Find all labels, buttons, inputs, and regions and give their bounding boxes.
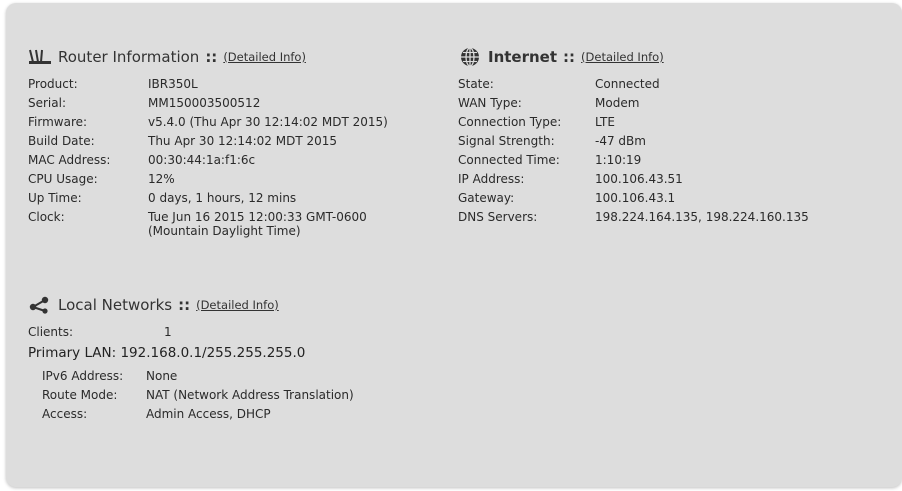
row-value: 1:10:19 [595,153,642,167]
local-row-clients: Clients: 1 [28,323,528,342]
row-value: IBR350L [148,77,198,91]
internet-separator: :: [563,48,576,66]
internet-row-dns-servers: DNS Servers: 198.224.164.135, 198.224.16… [458,208,888,227]
row-value: 100.106.43.1 [595,191,676,205]
primary-lan-details: IPv6 Address: None Route Mode: NAT (Netw… [28,364,528,424]
lan-row-ipv6-address: IPv6 Address: None [42,367,528,386]
row-value: 198.224.164.135, 198.224.160.135 [595,210,809,224]
router-detailed-info-link[interactable]: (Detailed Info) [223,50,306,64]
row-value: -47 dBm [595,134,646,148]
router-row-firmware: Firmware: v5.4.0 (Thu Apr 30 12:14:02 MD… [28,113,448,132]
internet-row-signal-strength: Signal Strength: -47 dBm [458,132,888,151]
internet-title: Internet [488,48,558,66]
router-row-clock: Clock: Tue Jun 16 2015 12:00:33 GMT-0600… [28,208,448,246]
row-label: Clock: [28,210,65,224]
internet-row-connected-time: Connected Time: 1:10:19 [458,151,888,170]
lan-row-access: Access: Admin Access, DHCP [42,405,528,424]
internet-section: Internet :: (Detailed Info) State: Conne… [458,45,888,227]
row-label: MAC Address: [28,153,111,167]
share-network-icon [28,295,52,315]
local-networks-header: Local Networks :: (Detailed Info) [28,293,528,317]
row-value: 12% [148,172,175,186]
row-label: Build Date: [28,134,95,148]
row-label: Firmware: [28,115,88,129]
row-label: Connected Time: [458,153,560,167]
row-value: 100.106.43.51 [595,172,683,186]
internet-row-gateway: Gateway: 100.106.43.1 [458,189,888,208]
globe-icon [458,47,482,67]
row-value: 0 days, 1 hours, 12 mins [148,191,297,205]
row-value: NAT (Network Address Translation) [146,388,354,402]
router-info-list: Product: IBR350L Serial: MM150003500512 … [28,75,448,246]
local-networks-separator: :: [178,296,191,314]
internet-row-wan-type: WAN Type: Modem [458,94,888,113]
row-label: Route Mode: [42,388,118,402]
row-label: Product: [28,77,78,91]
row-label: Connection Type: [458,115,562,129]
local-detailed-info-link[interactable]: (Detailed Info) [196,298,279,312]
row-value: None [146,369,178,383]
row-label: Serial: [28,96,66,110]
primary-lan-heading: Primary LAN: 192.168.0.1/255.255.255.0 [28,345,306,361]
row-label: Access: [42,407,88,421]
internet-detailed-info-link[interactable]: (Detailed Info) [581,50,664,64]
router-row-mac-address: MAC Address: 00:30:44:1a:f1:6c [28,151,448,170]
local-networks-section: Local Networks :: (Detailed Info) Client… [28,293,528,424]
internet-header: Internet :: (Detailed Info) [458,45,888,69]
status-panel: Router Information :: (Detailed Info) Pr… [6,3,902,487]
row-label: Clients: [28,325,74,339]
router-row-cpu-usage: CPU Usage: 12% [28,170,448,189]
row-value: Admin Access, DHCP [146,407,271,421]
row-value: Modem [595,96,640,110]
router-information-section: Router Information :: (Detailed Info) Pr… [28,45,448,246]
internet-info-list: State: Connected WAN Type: Modem Connect… [458,75,888,227]
router-row-serial: Serial: MM150003500512 [28,94,448,113]
row-label: IP Address: [458,172,525,186]
router-row-up-time: Up Time: 0 days, 1 hours, 12 mins [28,189,448,208]
row-value: Thu Apr 30 12:14:02 MDT 2015 [148,134,337,148]
internet-row-ip-address: IP Address: 100.106.43.51 [458,170,888,189]
router-information-header: Router Information :: (Detailed Info) [28,45,448,69]
row-value: Tue Jun 16 2015 12:00:33 GMT-0600 (Mount… [148,210,367,238]
row-value: 00:30:44:1a:f1:6c [148,153,256,167]
row-label: CPU Usage: [28,172,98,186]
row-label: State: [458,77,494,91]
row-label: DNS Servers: [458,210,538,224]
internet-row-state: State: Connected [458,75,888,94]
row-label: Up Time: [28,191,82,205]
row-value: Connected [595,77,660,91]
row-value: LTE [595,115,615,129]
internet-row-connection-type: Connection Type: LTE [458,113,888,132]
router-antenna-icon [28,47,52,67]
row-value: v5.4.0 (Thu Apr 30 12:14:02 MDT 2015) [148,115,388,129]
row-label: WAN Type: [458,96,522,110]
row-value: MM150003500512 [148,96,261,110]
row-label: IPv6 Address: [42,369,124,383]
row-value: 1 [164,325,172,339]
router-row-build-date: Build Date: Thu Apr 30 12:14:02 MDT 2015 [28,132,448,151]
local-networks-title: Local Networks [58,296,173,314]
router-row-product: Product: IBR350L [28,75,448,94]
router-information-title: Router Information [58,48,200,66]
row-label: Signal Strength: [458,134,555,148]
lan-row-route-mode: Route Mode: NAT (Network Address Transla… [42,386,528,405]
row-label: Gateway: [458,191,515,205]
router-information-separator: :: [205,48,218,66]
